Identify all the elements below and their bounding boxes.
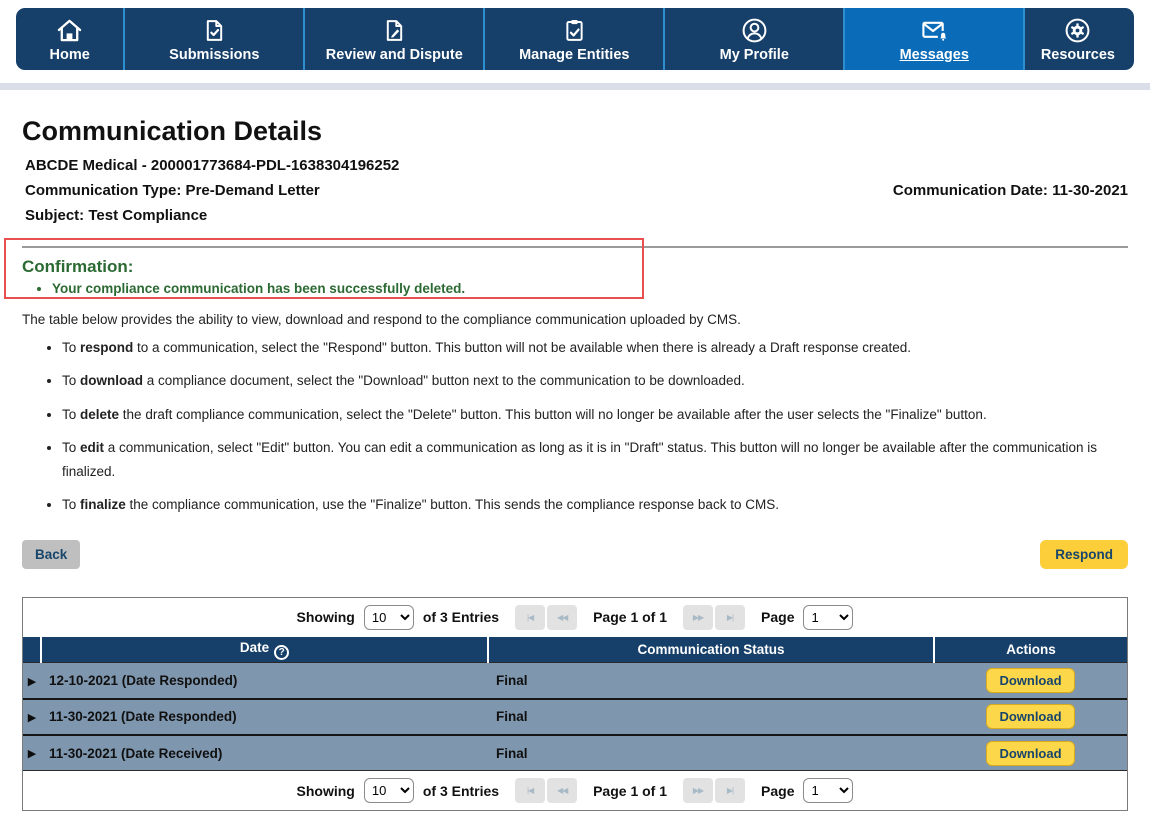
confirmation-section: Confirmation: Your compliance communicat… bbox=[22, 246, 1128, 296]
instruction-download: To download a compliance document, selec… bbox=[62, 369, 1128, 393]
instruction-finalize: To finalize the compliance communication… bbox=[62, 493, 1128, 517]
table-header-row: Date? Communication Status Actions bbox=[23, 637, 1127, 663]
respond-button[interactable]: Respond bbox=[1040, 540, 1128, 569]
row-status: Final bbox=[488, 663, 934, 699]
home-icon bbox=[56, 15, 83, 45]
top-navigation: Home Submissions Review and Dispute bbox=[16, 8, 1134, 70]
expand-row-icon[interactable]: ▶ bbox=[28, 676, 36, 688]
row-status: Final bbox=[488, 699, 934, 735]
next-page-button[interactable]: ▶▶ bbox=[683, 778, 713, 803]
instruction-delete: To delete the draft compliance communica… bbox=[62, 403, 1128, 427]
page-info: Page 1 of 1 bbox=[593, 609, 667, 625]
page-label: Page bbox=[761, 609, 794, 625]
nav-tab-label: My Profile bbox=[720, 47, 789, 63]
table-row[interactable]: ▶ 11-30-2021 (Date Responded) Final Down… bbox=[23, 699, 1127, 735]
instruction-respond: To respond to a communication, select th… bbox=[62, 336, 1128, 360]
instructions-intro: The table below provides the ability to … bbox=[22, 312, 1128, 327]
date-column-header: Date? bbox=[41, 637, 488, 663]
back-button[interactable]: Back bbox=[22, 540, 80, 569]
nav-divider-band bbox=[0, 83, 1150, 90]
table-row[interactable]: ▶ 12-10-2021 (Date Responded) Final Down… bbox=[23, 663, 1127, 699]
confirmation-heading: Confirmation: bbox=[22, 257, 1128, 277]
first-page-button[interactable]: |◀ bbox=[515, 778, 545, 803]
help-icon[interactable]: ? bbox=[274, 645, 289, 660]
nav-tab-review-and-dispute[interactable]: Review and Dispute bbox=[303, 8, 483, 70]
nav-tab-label: Messages bbox=[900, 47, 969, 63]
page-label: Page bbox=[761, 783, 794, 799]
entries-label: of 3 Entries bbox=[423, 609, 499, 625]
download-button[interactable]: Download bbox=[986, 741, 1074, 766]
row-date: 11-30-2021 (Date Responded) bbox=[41, 699, 488, 735]
entity-line: ABCDE Medical - 200001773684-PDL-1638304… bbox=[22, 157, 1128, 174]
entries-label: of 3 Entries bbox=[423, 783, 499, 799]
profile-icon bbox=[741, 15, 768, 45]
pagination-top: Showing 10 of 3 Entries |◀ ◀◀ Page 1 of … bbox=[23, 598, 1127, 637]
nav-tab-label: Home bbox=[50, 47, 90, 63]
previous-page-button[interactable]: ◀◀ bbox=[547, 778, 577, 803]
communications-table: Showing 10 of 3 Entries |◀ ◀◀ Page 1 of … bbox=[22, 597, 1128, 812]
actions-column-header: Actions bbox=[934, 637, 1127, 663]
page-title: Communication Details bbox=[22, 116, 1128, 147]
row-date: 12-10-2021 (Date Responded) bbox=[41, 663, 488, 699]
last-page-button[interactable]: ▶| bbox=[715, 778, 745, 803]
nav-tab-my-profile[interactable]: My Profile bbox=[663, 8, 843, 70]
page-size-select[interactable]: 10 bbox=[364, 605, 414, 630]
nav-tab-resources[interactable]: Resources bbox=[1023, 8, 1130, 70]
expand-row-icon[interactable]: ▶ bbox=[28, 712, 36, 724]
instructions-list: To respond to a communication, select th… bbox=[62, 336, 1128, 518]
next-page-button[interactable]: ▶▶ bbox=[683, 605, 713, 630]
last-page-button[interactable]: ▶| bbox=[715, 605, 745, 630]
download-button[interactable]: Download bbox=[986, 704, 1074, 729]
previous-page-button[interactable]: ◀◀ bbox=[547, 605, 577, 630]
nav-tab-submissions[interactable]: Submissions bbox=[123, 8, 303, 70]
showing-label: Showing bbox=[297, 609, 355, 625]
expander-column-header bbox=[23, 637, 41, 663]
gear-icon bbox=[1064, 15, 1091, 45]
document-edit-icon bbox=[382, 15, 407, 45]
envelope-bell-icon bbox=[920, 15, 949, 45]
nav-tab-label: Resources bbox=[1041, 47, 1115, 63]
download-button[interactable]: Download bbox=[986, 668, 1074, 693]
expand-row-icon[interactable]: ▶ bbox=[28, 748, 36, 760]
page-info: Page 1 of 1 bbox=[593, 783, 667, 799]
showing-label: Showing bbox=[297, 783, 355, 799]
pagination-bottom: Showing 10 of 3 Entries |◀ ◀◀ Page 1 of … bbox=[23, 771, 1127, 810]
page-number-select[interactable]: 1 bbox=[803, 605, 853, 630]
row-status: Final bbox=[488, 735, 934, 771]
table-row[interactable]: ▶ 11-30-2021 (Date Received) Final Downl… bbox=[23, 735, 1127, 771]
row-date: 11-30-2021 (Date Received) bbox=[41, 735, 488, 771]
main-content: Communication Details ABCDE Medical - 20… bbox=[0, 116, 1150, 811]
page-size-select[interactable]: 10 bbox=[364, 778, 414, 803]
status-column-header: Communication Status bbox=[488, 637, 934, 663]
communication-date: Communication Date: 11-30-2021 bbox=[890, 182, 1128, 199]
section-divider bbox=[22, 246, 1128, 248]
nav-tab-home[interactable]: Home bbox=[16, 8, 123, 70]
first-page-button[interactable]: |◀ bbox=[515, 605, 545, 630]
page-number-select[interactable]: 1 bbox=[803, 778, 853, 803]
nav-tab-manage-entities[interactable]: Manage Entities bbox=[483, 8, 663, 70]
confirmation-message: Your compliance communication has been s… bbox=[52, 281, 1128, 296]
instruction-edit: To edit a communication, select "Edit" b… bbox=[62, 436, 1128, 485]
subject-line: Subject: Test Compliance bbox=[22, 207, 1128, 224]
nav-tab-messages[interactable]: Messages bbox=[843, 8, 1023, 70]
nav-tab-label: Review and Dispute bbox=[326, 47, 463, 63]
nav-tab-label: Submissions bbox=[169, 47, 259, 63]
communication-type: Communication Type: Pre-Demand Letter bbox=[22, 182, 320, 199]
nav-tab-label: Manage Entities bbox=[519, 47, 629, 63]
document-check-icon bbox=[202, 15, 227, 45]
clipboard-check-icon bbox=[562, 15, 587, 45]
